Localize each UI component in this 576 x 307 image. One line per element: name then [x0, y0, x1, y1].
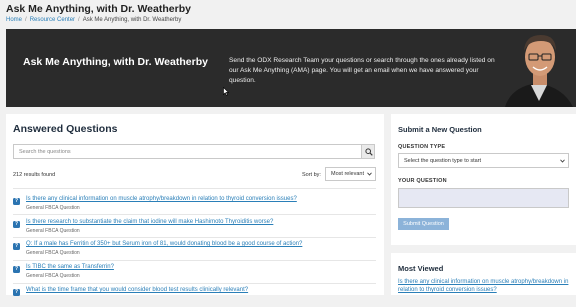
list-divider: [13, 188, 376, 189]
page-header: Ask Me Anything, with Dr. Weatherby Home…: [0, 0, 576, 29]
question-type-label: QUESTION TYPE: [398, 144, 446, 150]
breadcrumb-home-link[interactable]: Home: [6, 17, 22, 23]
question-link[interactable]: What is the time frame that you would co…: [26, 287, 248, 293]
list-divider: [13, 237, 376, 238]
page-title: Ask Me Anything, with Dr. Weatherby: [6, 3, 191, 15]
search-input[interactable]: [14, 145, 344, 158]
search-box: [13, 144, 363, 159]
breadcrumb-separator: /: [25, 17, 27, 23]
question-category: General FBCA Question: [26, 228, 80, 234]
breadcrumb-current: Ask Me Anything, with Dr. Weatherby: [82, 17, 182, 23]
submit-question-button[interactable]: Submit Question: [398, 218, 449, 230]
question-icon: ?: [13, 266, 20, 273]
question-item: ? Is TIBC the same as Transferrin? Gener…: [13, 264, 378, 284]
most-viewed-heading: Most Viewed: [398, 264, 444, 273]
your-question-label: YOUR QUESTION: [398, 178, 447, 184]
submit-question-heading: Submit a New Question: [398, 125, 482, 134]
question-link[interactable]: Is there research to substantiate the cl…: [26, 219, 273, 225]
hero-description: Send the ODX Research Team your question…: [229, 57, 495, 84]
most-viewed-link[interactable]: Is there any clinical information on mus…: [398, 278, 570, 294]
question-item: ? Is there any clinical information on m…: [13, 196, 378, 216]
chevron-down-icon: [367, 172, 372, 176]
doctor-portrait-image: [501, 29, 576, 107]
breadcrumb-separator: /: [78, 17, 80, 23]
mouse-cursor-icon: [223, 87, 229, 96]
question-item: ? Is there research to substantiate the …: [13, 219, 378, 239]
hero-title: Ask Me Anything, with Dr. Weatherby: [23, 56, 208, 68]
question-type-select[interactable]: Select the question type to start: [398, 153, 569, 168]
question-type-select-value: Select the question type to start: [404, 158, 482, 164]
answered-questions-panel: Answered Questions 212 results found Sor…: [6, 114, 384, 296]
question-item: ? Q: If a male has Ferritin of 350+ but …: [13, 241, 378, 261]
list-divider: [13, 283, 376, 284]
results-count: 212 results found: [13, 172, 56, 178]
question-link[interactable]: Is TIBC the same as Transferrin?: [26, 264, 114, 270]
question-category: General FBCA Question: [26, 205, 80, 211]
chevron-down-icon: [560, 159, 565, 163]
question-link[interactable]: Q: If a male has Ferritin of 350+ but Se…: [26, 241, 302, 247]
search-button[interactable]: [361, 144, 375, 159]
list-divider: [13, 214, 376, 215]
question-icon: ?: [13, 198, 20, 205]
answered-questions-heading: Answered Questions: [13, 123, 118, 135]
hero-banner: Ask Me Anything, with Dr. Weatherby Send…: [6, 29, 576, 107]
question-icon: ?: [13, 243, 20, 250]
question-item: ? What is the time frame that you would …: [13, 287, 378, 307]
sort-label: Sort by:: [302, 172, 321, 178]
search-icon: [365, 148, 373, 156]
your-question-textarea[interactable]: [398, 188, 569, 208]
list-divider: [13, 260, 376, 261]
sort-select[interactable]: Most relevant: [325, 167, 376, 181]
question-category: General FBCA Question: [26, 250, 80, 256]
question-category: General FBCA Question: [26, 273, 80, 279]
question-icon: ?: [13, 221, 20, 228]
most-viewed-panel: Most Viewed Is there any clinical inform…: [391, 253, 576, 295]
submit-question-panel: Submit a New Question QUESTION TYPE Sele…: [391, 114, 576, 245]
question-link[interactable]: Is there any clinical information on mus…: [26, 196, 297, 202]
breadcrumb-resource-center-link[interactable]: Resource Center: [30, 17, 75, 23]
sort-select-value: Most relevant: [331, 171, 365, 177]
breadcrumb: Home / Resource Center / Ask Me Anything, wi…: [6, 17, 181, 23]
